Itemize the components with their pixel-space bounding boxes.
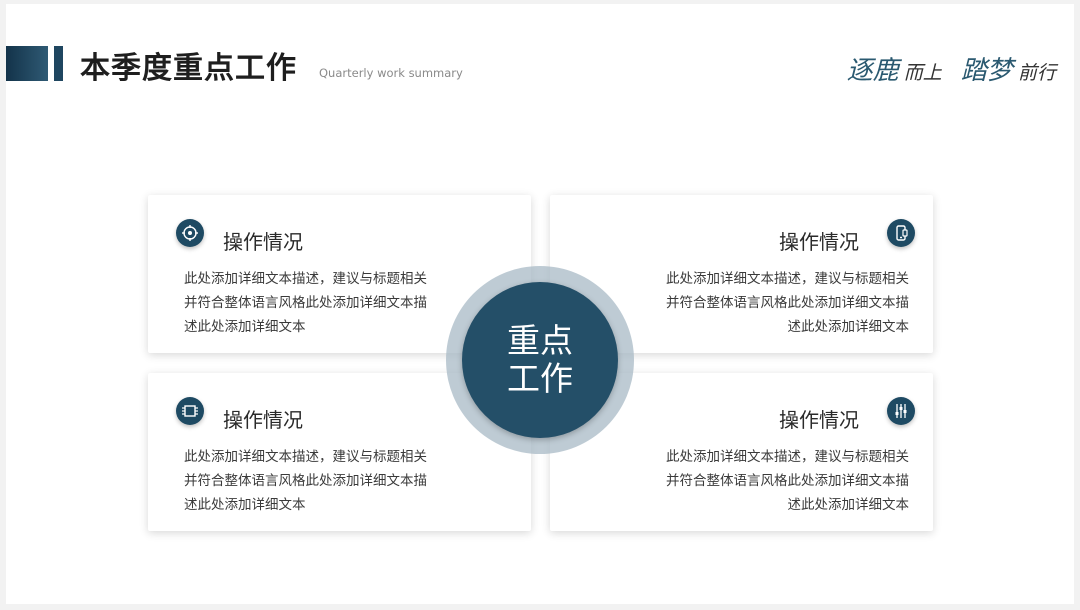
card-title: 操作情况 — [223, 230, 303, 254]
page-title: 本季度重点工作 — [80, 51, 297, 86]
slogan-word-1: 逐鹿 — [846, 56, 899, 86]
center-label: 重点 工作 — [462, 322, 618, 398]
card-description: 此处添加详细文本描述，建议与标题相关并符合整体语言风格此处添加详细文本描述此处添… — [666, 271, 909, 335]
header-accent-bar — [6, 46, 48, 81]
slogan: 逐鹿 而上 踏梦 前行 — [847, 50, 1056, 87]
sliders-icon — [887, 397, 915, 425]
slogan-word-4: 前行 — [1017, 62, 1056, 84]
page-subtitle: Quarterly work summary — [319, 66, 463, 80]
chip-icon — [176, 397, 204, 425]
card-title: 操作情况 — [223, 408, 303, 432]
center-label-line-1: 重点 — [507, 321, 573, 360]
card-title: 操作情况 — [779, 230, 859, 254]
card-description: 此处添加详细文本描述，建议与标题相关并符合整体语言风格此处添加详细文本描述此处添… — [184, 271, 427, 335]
card-title: 操作情况 — [779, 408, 859, 432]
card-description: 此处添加详细文本描述，建议与标题相关并符合整体语言风格此处添加详细文本描述此处添… — [184, 449, 427, 513]
center-label-line-2: 工作 — [507, 359, 573, 398]
card-description: 此处添加详细文本描述，建议与标题相关并符合整体语言风格此处添加详细文本描述此处添… — [666, 449, 909, 513]
header-accent-stripe — [54, 46, 63, 81]
target-icon — [176, 219, 204, 247]
slogan-word-3: 踏梦 — [960, 56, 1013, 86]
slogan-word-2: 而上 — [903, 62, 942, 84]
mobile-device-icon — [887, 219, 915, 247]
slide: 本季度重点工作 Quarterly work summary 逐鹿 而上 踏梦 … — [6, 4, 1074, 604]
